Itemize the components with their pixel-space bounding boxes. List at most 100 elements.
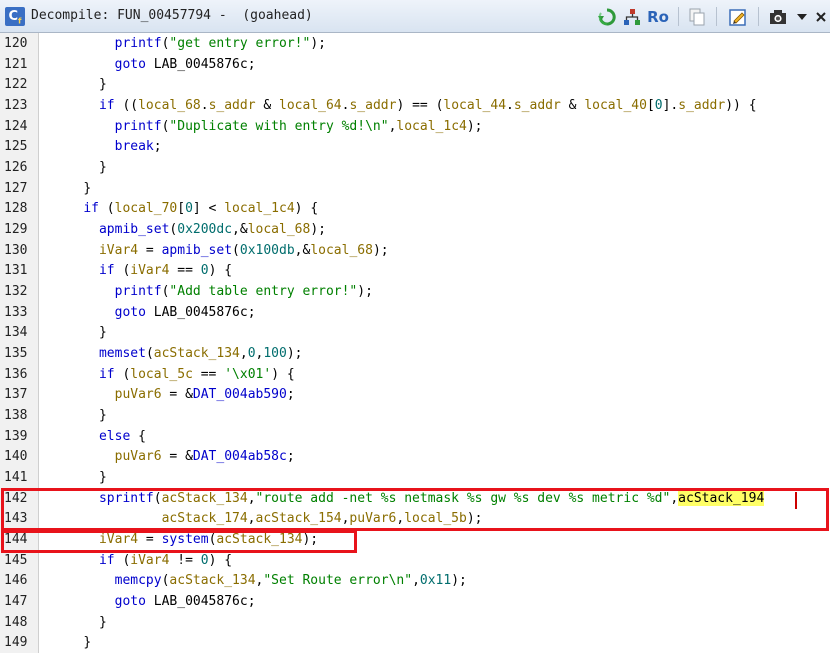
- function-token[interactable]: system: [162, 532, 209, 547]
- variable-token[interactable]: acStack_134: [162, 491, 248, 506]
- code-line[interactable]: 135 memset(acStack_134,0,100);: [0, 344, 830, 364]
- code-line[interactable]: 145 if (iVar4 != 0) {: [0, 551, 830, 571]
- variable-token[interactable]: local_1c4: [224, 201, 294, 216]
- code-line[interactable]: 129 apmib_set(0x200dc,&local_68);: [0, 220, 830, 240]
- variable-token[interactable]: local_44: [443, 98, 506, 113]
- line-number: 131: [4, 263, 28, 279]
- code-line[interactable]: 123 if ((local_68.s_addr & local_64.s_ad…: [0, 96, 830, 116]
- refresh-icon[interactable]: [596, 5, 618, 28]
- keyword-token: if: [98, 552, 115, 568]
- dropdown-icon[interactable]: [794, 5, 810, 28]
- ro-icon[interactable]: Ro: [646, 5, 670, 28]
- copy-icon[interactable]: [686, 5, 708, 28]
- code-line[interactable]: 125 break;: [0, 137, 830, 157]
- variable-token[interactable]: s_addr: [514, 98, 561, 113]
- code-text: memcpy(acStack_134,"Set Route error\n",0…: [52, 571, 467, 591]
- code-line[interactable]: 127 }: [0, 179, 830, 199]
- function-token[interactable]: printf: [115, 36, 162, 51]
- code-text: puVar6 = &DAT_004ab590;: [52, 385, 295, 405]
- snapshot-icon[interactable]: [767, 5, 789, 28]
- variable-token[interactable]: acStack_174: [162, 511, 248, 526]
- global-token[interactable]: DAT_004ab590: [193, 387, 287, 402]
- line-number: 124: [4, 118, 28, 134]
- code-line[interactable]: 121 goto LAB_0045876c;: [0, 55, 830, 75]
- label-token[interactable]: LAB_0045876c: [154, 305, 248, 320]
- variable-token[interactable]: puVar6: [349, 511, 396, 526]
- variable-token[interactable]: acStack_154: [256, 511, 342, 526]
- edit-icon[interactable]: [727, 5, 749, 28]
- code-line[interactable]: 133 goto LAB_0045876c;: [0, 303, 830, 323]
- variable-token[interactable]: s_addr: [349, 98, 396, 113]
- code-line[interactable]: 134 }: [0, 323, 830, 343]
- graph-icon[interactable]: [621, 5, 643, 28]
- code-line[interactable]: 128 if (local_70[0] < local_1c4) {: [0, 199, 830, 219]
- code-text: printf("Add table entry error!");: [52, 282, 373, 302]
- variable-token[interactable]: iVar4: [99, 243, 138, 258]
- decompiler-code-view[interactable]: 120 printf("get entry error!"); 121 goto …: [0, 33, 830, 653]
- code-line[interactable]: 132 printf("Add table entry error!");: [0, 282, 830, 302]
- function-token[interactable]: printf: [115, 284, 162, 299]
- punctuation-token: (: [153, 490, 162, 506]
- code-line[interactable]: 120 printf("get entry error!");: [0, 34, 830, 54]
- code-line[interactable]: 144 iVar4 = system(acStack_134);: [0, 530, 830, 550]
- variable-token[interactable]: local_68: [138, 98, 201, 113]
- variable-token[interactable]: local_64: [279, 98, 342, 113]
- code-text: if (iVar4 != 0) {: [52, 551, 232, 571]
- code-line[interactable]: 122 }: [0, 75, 830, 95]
- code-line[interactable]: 136 if (local_5c == '\x01') {: [0, 365, 830, 385]
- punctuation-token: ,: [247, 490, 256, 506]
- code-line[interactable]: 139 else {: [0, 427, 830, 447]
- variable-token[interactable]: local_68: [248, 222, 311, 237]
- variable-token[interactable]: iVar4: [130, 553, 169, 568]
- code-line[interactable]: 124 printf("Duplicate with entry %d!\n",…: [0, 117, 830, 137]
- code-line[interactable]: 131 if (iVar4 == 0) {: [0, 261, 830, 281]
- function-token[interactable]: printf: [115, 119, 162, 134]
- code-line[interactable]: 140 puVar6 = &DAT_004ab58c;: [0, 447, 830, 467]
- function-token[interactable]: memcpy: [115, 573, 162, 588]
- code-line[interactable]: 126 }: [0, 158, 830, 178]
- code-line[interactable]: 138 }: [0, 406, 830, 426]
- code-line[interactable]: 149 }: [0, 633, 830, 653]
- code-line[interactable]: 142 sprintf(acStack_134,"route add -net …: [0, 489, 830, 509]
- variable-token[interactable]: puVar6: [115, 387, 162, 402]
- variable-token[interactable]: local_5b: [404, 511, 467, 526]
- variable-token[interactable]: acStack_134: [169, 573, 255, 588]
- variable-token[interactable]: iVar4: [130, 263, 169, 278]
- punctuation-token: );: [286, 346, 303, 362]
- variable-token[interactable]: iVar4: [99, 532, 138, 547]
- code-line[interactable]: 148 }: [0, 613, 830, 633]
- variable-token[interactable]: puVar6: [115, 449, 162, 464]
- variable-token[interactable]: local_68: [310, 243, 373, 258]
- global-token[interactable]: DAT_004ab58c: [193, 449, 287, 464]
- highlighted-token[interactable]: acStack_194: [678, 490, 765, 506]
- variable-token[interactable]: local_5c: [130, 367, 193, 382]
- function-token[interactable]: memset: [99, 346, 146, 361]
- variable-token[interactable]: local_1c4: [396, 119, 466, 134]
- variable-token[interactable]: local_70: [115, 201, 178, 216]
- label-token[interactable]: LAB_0045876c: [154, 594, 248, 609]
- function-token[interactable]: apmib_set: [99, 222, 169, 237]
- variable-token[interactable]: s_addr: [209, 98, 256, 113]
- variable-token[interactable]: local_40: [584, 98, 647, 113]
- function-token[interactable]: apmib_set: [162, 243, 232, 258]
- code-line[interactable]: 130 iVar4 = apmib_set(0x100db,&local_68)…: [0, 241, 830, 261]
- code-line[interactable]: 137 puVar6 = &DAT_004ab590;: [0, 385, 830, 405]
- punctuation-token: =: [138, 532, 162, 548]
- punctuation-token: }: [98, 77, 107, 93]
- function-token[interactable]: sprintf: [99, 491, 154, 506]
- punctuation-token: (: [98, 201, 115, 217]
- code-line[interactable]: 147 goto LAB_0045876c;: [0, 592, 830, 612]
- close-icon[interactable]: [813, 5, 829, 28]
- variable-token[interactable]: acStack_134: [216, 532, 302, 547]
- variable-token[interactable]: s_addr: [678, 98, 725, 113]
- punctuation-token: (: [232, 242, 240, 258]
- label-token[interactable]: LAB_0045876c: [154, 57, 248, 72]
- code-line[interactable]: 143 acStack_174,acStack_154,puVar6,local…: [0, 509, 830, 529]
- code-line[interactable]: 141 }: [0, 468, 830, 488]
- variable-token[interactable]: acStack_134: [154, 346, 240, 361]
- code-line[interactable]: 146 memcpy(acStack_134,"Set Route error\…: [0, 571, 830, 591]
